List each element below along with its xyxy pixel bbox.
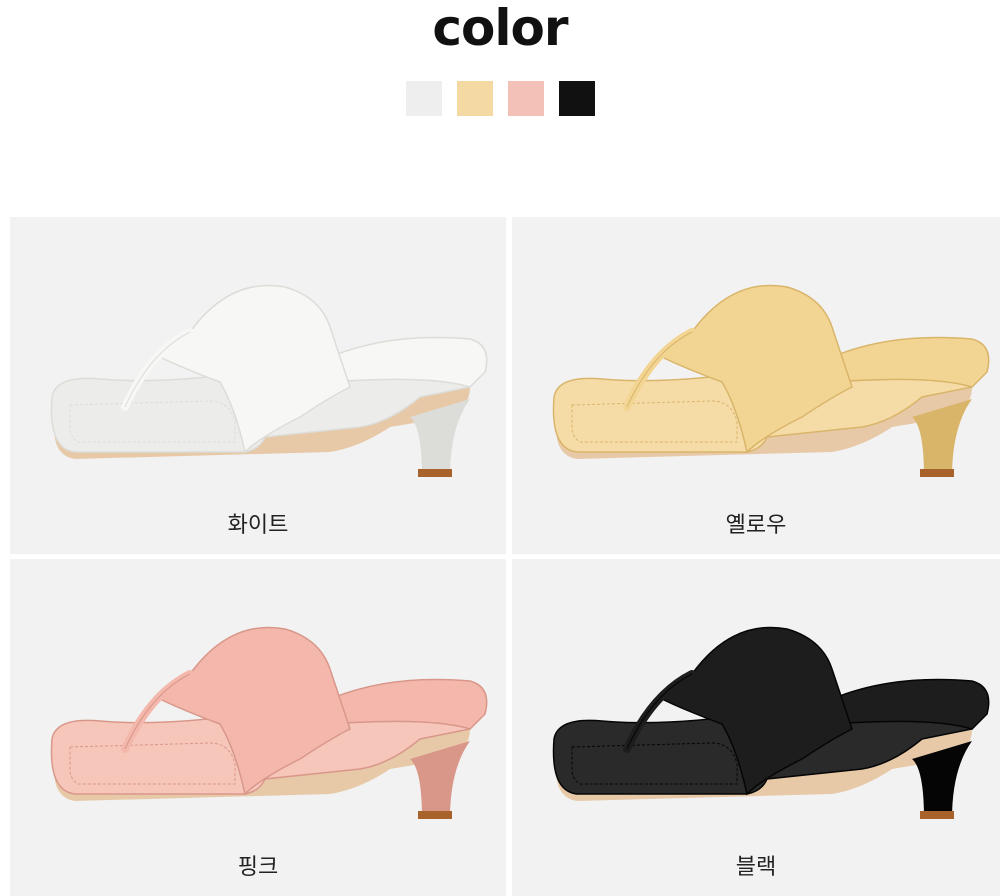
swatch-white[interactable] — [405, 81, 442, 116]
sandal-image — [552, 284, 990, 477]
swatch-pink[interactable] — [507, 81, 544, 116]
heel-collar — [831, 336, 990, 388]
heel-tip — [920, 469, 954, 477]
heel-tip — [418, 811, 452, 819]
variant-label: 화이트 — [227, 513, 289, 538]
variant-card-black[interactable]: 블랙 — [512, 559, 1000, 896]
variant-label: 블랙 — [735, 855, 777, 880]
sandal-image — [50, 626, 488, 819]
variant-label: 옐로우 — [725, 513, 787, 538]
product-color-grid: 화이트 옐로우 핑크 블랙 — [10, 217, 1000, 896]
swatch-black[interactable] — [558, 81, 595, 116]
heel-tip — [920, 811, 954, 819]
heel-collar — [329, 678, 488, 730]
color-swatches — [0, 81, 1000, 116]
variant-card-white[interactable]: 화이트 — [10, 217, 506, 554]
variant-card-yellow[interactable]: 옐로우 — [512, 217, 1000, 554]
page-title: color — [432, 0, 568, 57]
variant-label: 핑크 — [237, 855, 279, 880]
swatch-yellow[interactable] — [456, 81, 493, 116]
sandal-image — [50, 284, 488, 477]
heel-tip — [418, 469, 452, 477]
variant-card-pink[interactable]: 핑크 — [10, 559, 506, 896]
sandal-image — [552, 626, 990, 819]
heel-collar — [831, 678, 990, 730]
heel-collar — [329, 336, 488, 388]
